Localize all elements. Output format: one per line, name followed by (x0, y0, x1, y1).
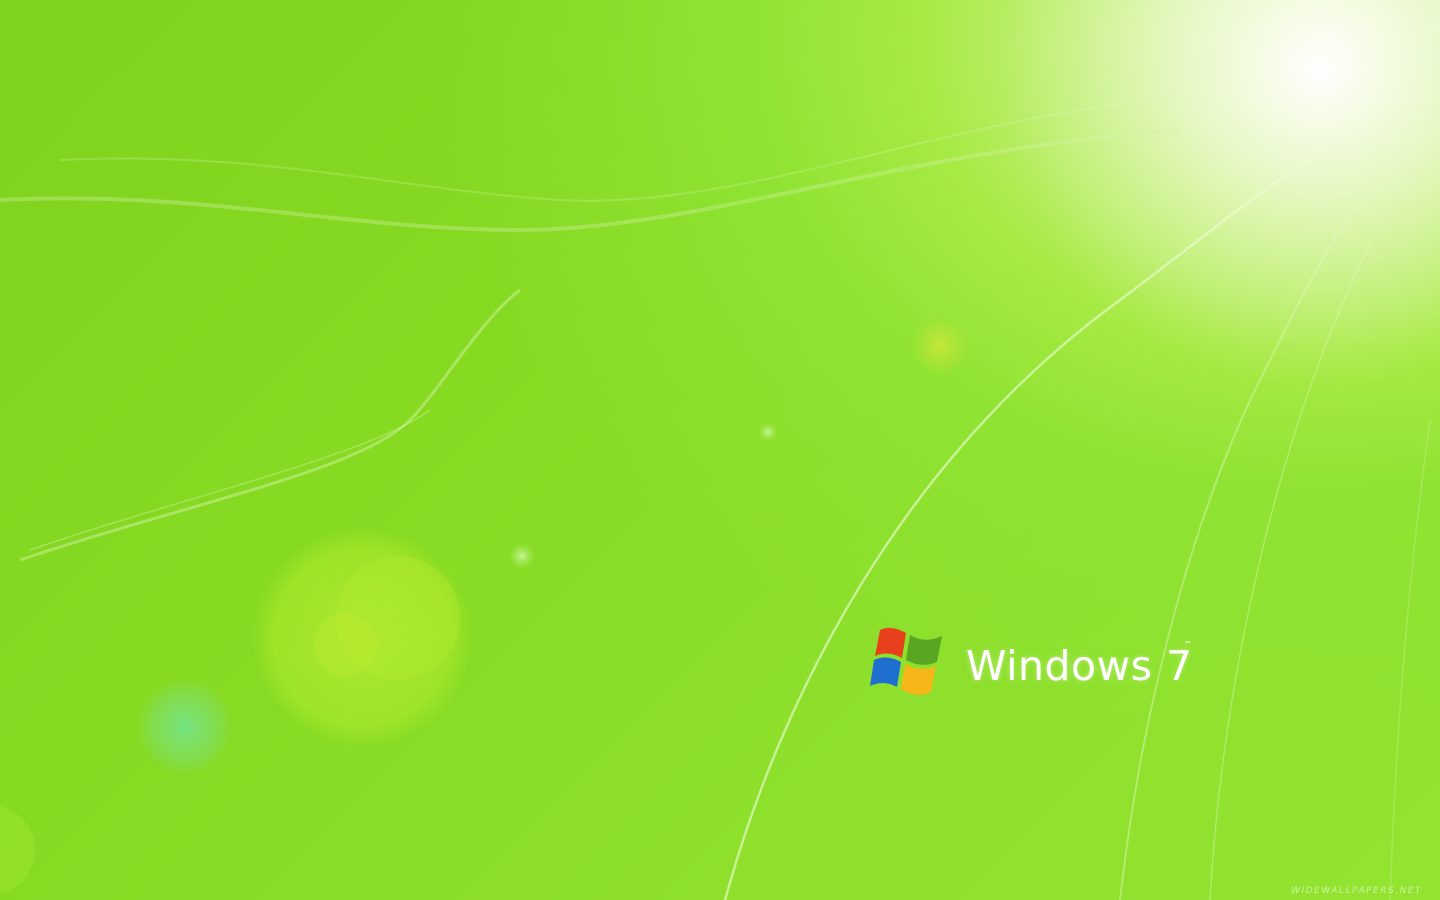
windows-7-wordmark: Windows 7 (966, 642, 1193, 690)
light-glow (1000, 0, 1440, 390)
light-streak (0, 128, 1181, 233)
bokeh-circle (508, 542, 536, 570)
bokeh-circle (0, 806, 35, 894)
light-streak (19, 288, 521, 562)
bokeh-circle (314, 613, 378, 677)
site-watermark: WIDEWALLPAPERS.NET (1291, 886, 1422, 896)
bokeh-circle (758, 422, 778, 442)
bokeh-circle (909, 315, 971, 377)
wallpaper-decorations (0, 0, 1440, 900)
desktop-wallpaper: Windows 7 ™ WIDEWALLPAPERS.NET (0, 0, 1440, 900)
trademark-symbol: ™ (1184, 640, 1192, 649)
windows-logo: Windows 7 ™ (870, 624, 1200, 704)
bokeh-circle (137, 679, 233, 775)
light-streak (1389, 419, 1431, 900)
windows-flag-icon (870, 627, 942, 695)
